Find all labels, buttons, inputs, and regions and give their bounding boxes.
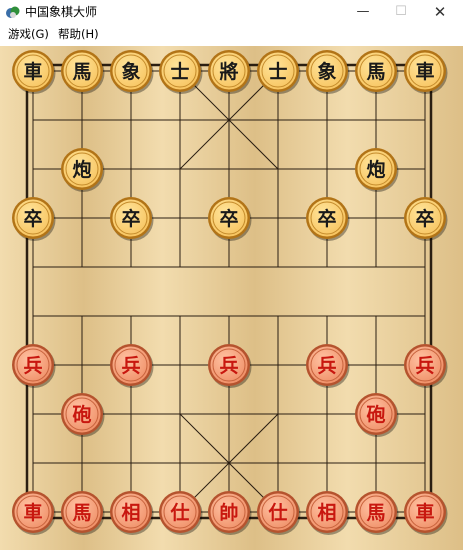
piece-label: 炮 — [366, 158, 385, 181]
piece-label: 相 — [121, 502, 140, 524]
window-title: 中国象棋大师 — [25, 5, 98, 19]
piece-label: 卒 — [121, 207, 140, 230]
piece-label: 仕 — [267, 501, 287, 524]
piece-label: 車 — [415, 60, 434, 83]
maximize-button[interactable]: ☐ — [382, 0, 420, 24]
piece-label: 士 — [170, 61, 189, 83]
piece-label: 車 — [23, 501, 42, 524]
piece-label: 卒 — [415, 207, 434, 230]
piece-label: 仕 — [169, 501, 189, 524]
piece-label: 車 — [23, 60, 42, 83]
piece-label: 砲 — [366, 404, 385, 426]
board-background — [0, 46, 463, 550]
piece-label: 卒 — [317, 207, 336, 230]
piece-label: 馬 — [72, 61, 91, 83]
piece-label: 卒 — [23, 207, 42, 230]
close-button[interactable]: ✕ — [421, 0, 459, 24]
menu-game[interactable]: 游戏(G) — [8, 26, 49, 42]
piece-label: 象 — [317, 60, 336, 83]
piece-label: 炮 — [72, 158, 91, 181]
piece-label: 帥 — [219, 501, 238, 524]
piece-label: 馬 — [366, 61, 385, 83]
piece-label: 兵 — [219, 355, 238, 377]
piece-label: 兵 — [415, 355, 434, 377]
piece-label: 相 — [317, 502, 336, 524]
menu-bar: 游戏(G) 帮助(H) — [0, 24, 463, 44]
piece-label: 士 — [268, 61, 287, 83]
piece-label: 將 — [219, 60, 238, 83]
piece-label: 馬 — [366, 502, 385, 524]
menu-help[interactable]: 帮助(H) — [58, 26, 99, 42]
piece-label: 馬 — [72, 502, 91, 524]
piece-label: 砲 — [72, 404, 91, 426]
minimize-button[interactable]: — — [344, 0, 382, 24]
piece-label: 兵 — [121, 355, 140, 377]
piece-label: 象 — [121, 60, 140, 83]
title-bar: 中国象棋大师 — ☐ ✕ — [0, 0, 463, 24]
piece-label: 車 — [415, 501, 434, 524]
chessboard[interactable]: 車馬象士將士象馬車炮炮卒卒卒卒卒兵兵兵兵兵砲砲車馬相仕帥仕相馬車 — [0, 46, 463, 550]
board-canvas[interactable]: 車馬象士將士象馬車炮 炮卒卒卒卒卒兵兵兵兵兵砲 砲車馬相仕帥仕相馬車 — [0, 46, 463, 550]
piece-label: 兵 — [23, 355, 42, 377]
piece-label: 兵 — [317, 355, 336, 377]
chess-app-icon — [6, 6, 20, 18]
piece-label: 卒 — [219, 207, 238, 230]
